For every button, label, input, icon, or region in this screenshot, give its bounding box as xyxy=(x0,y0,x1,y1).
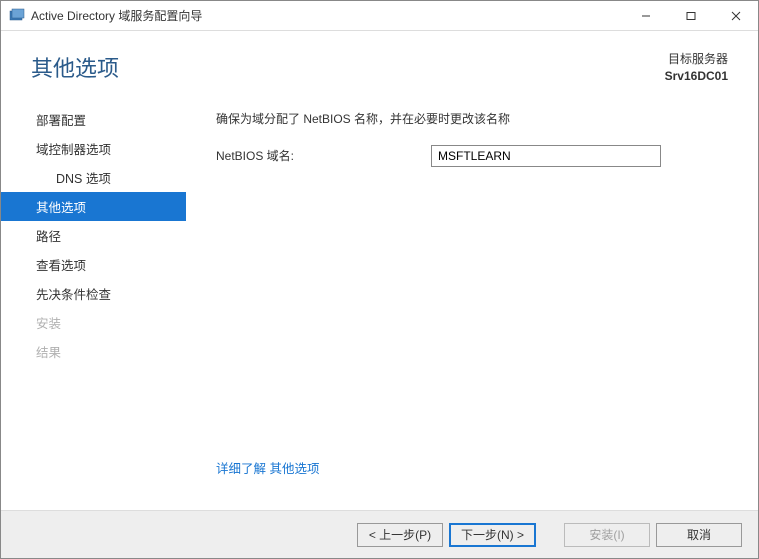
app-icon xyxy=(9,8,25,24)
sidebar-item-2[interactable]: DNS 选项 xyxy=(1,163,186,192)
sidebar: 部署配置域控制器选项DNS 选项其他选项路径查看选项先决条件检查安装结果 xyxy=(1,95,186,495)
titlebar: Active Directory 域服务配置向导 xyxy=(1,1,758,31)
sidebar-item-4[interactable]: 路径 xyxy=(1,221,186,250)
more-info-link[interactable]: 其他选项 xyxy=(270,462,320,476)
main-panel: 确保为域分配了 NetBIOS 名称，并在必要时更改该名称 NetBIOS 域名… xyxy=(186,95,758,495)
target-server-label: 目标服务器 xyxy=(665,51,728,68)
sidebar-item-6[interactable]: 先决条件检查 xyxy=(1,279,186,308)
more-info: 详细了解 其他选项 xyxy=(216,458,320,477)
previous-button[interactable]: < 上一步(P) xyxy=(357,523,443,547)
netbios-row: NetBIOS 域名: xyxy=(216,145,728,167)
minimize-button[interactable] xyxy=(623,1,668,30)
maximize-button[interactable] xyxy=(668,1,713,30)
header: 其他选项 目标服务器 Srv16DC01 xyxy=(1,31,758,95)
next-button[interactable]: 下一步(N) > xyxy=(449,523,536,547)
install-button: 安装(I) xyxy=(564,523,650,547)
target-server-name: Srv16DC01 xyxy=(665,68,728,85)
window-title: Active Directory 域服务配置向导 xyxy=(31,7,623,24)
footer: < 上一步(P) 下一步(N) > 安装(I) 取消 xyxy=(1,510,758,558)
content: 部署配置域控制器选项DNS 选项其他选项路径查看选项先决条件检查安装结果 确保为… xyxy=(1,95,758,495)
page-title: 其他选项 xyxy=(31,51,665,83)
close-button[interactable] xyxy=(713,1,758,30)
target-server-box: 目标服务器 Srv16DC01 xyxy=(665,51,728,85)
sidebar-item-3[interactable]: 其他选项 xyxy=(1,192,186,221)
sidebar-item-7: 安装 xyxy=(1,308,186,337)
cancel-button[interactable]: 取消 xyxy=(656,523,742,547)
sidebar-item-8: 结果 xyxy=(1,337,186,366)
sidebar-item-5[interactable]: 查看选项 xyxy=(1,250,186,279)
sidebar-item-1[interactable]: 域控制器选项 xyxy=(1,134,186,163)
description-text: 确保为域分配了 NetBIOS 名称，并在必要时更改该名称 xyxy=(216,110,728,127)
more-info-prefix: 详细了解 xyxy=(216,462,266,476)
netbios-label: NetBIOS 域名: xyxy=(216,147,431,164)
window-controls xyxy=(623,1,758,30)
sidebar-item-0[interactable]: 部署配置 xyxy=(1,105,186,134)
netbios-input[interactable] xyxy=(431,145,661,167)
